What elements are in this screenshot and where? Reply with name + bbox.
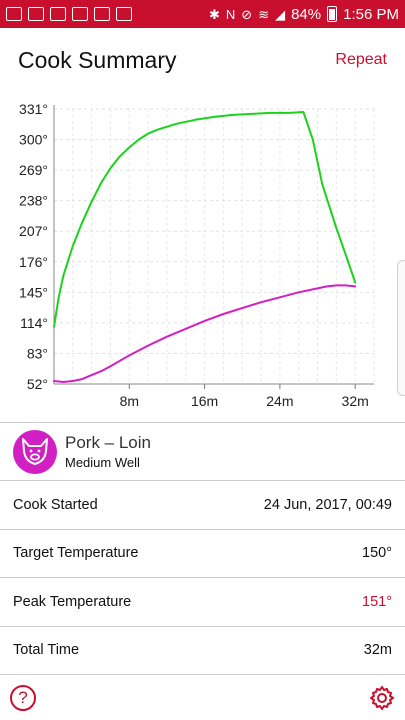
y-tick-label: 145° [19, 284, 48, 300]
y-tick-label: 207° [19, 223, 48, 239]
bluetooth-icon: ✱ [208, 6, 220, 22]
status-bar: ✱ N ⊘ ≋ ◢ 84% 1:56 PM [0, 0, 405, 28]
chart-scroll-handle[interactable] [397, 260, 405, 396]
y-tick-label: 176° [19, 254, 48, 270]
system-icons: ✱ N ⊘ ≋ ◢ 84% 1:56 PM [209, 6, 399, 23]
photo-icon [72, 7, 88, 21]
y-tick-label: 114° [20, 315, 48, 331]
row-label: Peak Temperature [13, 593, 132, 610]
mute-icon: ⊘ [241, 6, 253, 22]
outlook-icon [28, 7, 44, 21]
gear-icon[interactable] [369, 685, 395, 711]
check-icon [116, 7, 132, 21]
question-circle-icon[interactable]: ? [10, 684, 36, 711]
nfc-icon: N [225, 6, 236, 22]
cook-details: Cook Started 24 Jun, 2017, 00:49 Target … [0, 480, 405, 674]
meat-doneness: Medium Well [65, 455, 140, 470]
row-value: 150° [362, 545, 392, 562]
chart-svg: 331° 300° 269° 238° 207° 176° 145° 114° 83° 52° 8m… [19, 101, 375, 409]
y-tick-label: 331° [19, 101, 48, 117]
y-tick-label: 83° [27, 345, 48, 361]
image-icon [94, 7, 110, 21]
x-tick-label: 32m [342, 393, 369, 409]
app-icon [50, 7, 66, 21]
y-tick-label: 238° [19, 193, 48, 209]
mail-icon [6, 7, 22, 21]
clock: 1:56 PM [343, 5, 399, 23]
meat-info: Pork – Loin Medium Well [0, 422, 405, 480]
row-label: Total Time [13, 642, 80, 659]
bottom-bar: ? [0, 674, 405, 720]
y-tick-label: 300° [19, 132, 48, 148]
row-label: Cook Started [13, 496, 98, 513]
x-tick-label: 16m [191, 393, 218, 409]
pig-icon [13, 429, 57, 474]
app-header: Cook Summary Repeat [0, 28, 405, 92]
signal-icon: ◢ [275, 6, 286, 22]
row-label: Target Temperature [13, 545, 139, 562]
row-value: 151° [362, 593, 392, 610]
wifi-icon: ≋ [258, 6, 270, 22]
repeat-button[interactable]: Repeat [335, 51, 387, 69]
y-tick-label: 269° [19, 162, 48, 178]
y-tick-label: 52° [27, 376, 48, 392]
x-tick-label: 8m [120, 393, 139, 409]
page-title: Cook Summary [18, 46, 177, 73]
notification-icons [6, 7, 132, 21]
temperature-chart: 331° 300° 269° 238° 207° 176° 145° 114° 83° 52° 8m… [0, 92, 405, 422]
row-value: 32m [363, 642, 392, 659]
battery-percent: 84% [291, 5, 322, 23]
row-value: 24 Jun, 2017, 00:49 [263, 496, 392, 513]
meat-name: Pork – Loin [65, 433, 151, 452]
battery-icon [327, 6, 338, 22]
row-target-temperature: Target Temperature 150° [0, 528, 405, 578]
x-tick-label: 24m [266, 393, 293, 409]
row-total-time: Total Time 32m [0, 625, 405, 675]
row-peak-temperature: Peak Temperature 151° [0, 577, 405, 626]
row-cook-started: Cook Started 24 Jun, 2017, 00:49 [0, 480, 405, 529]
